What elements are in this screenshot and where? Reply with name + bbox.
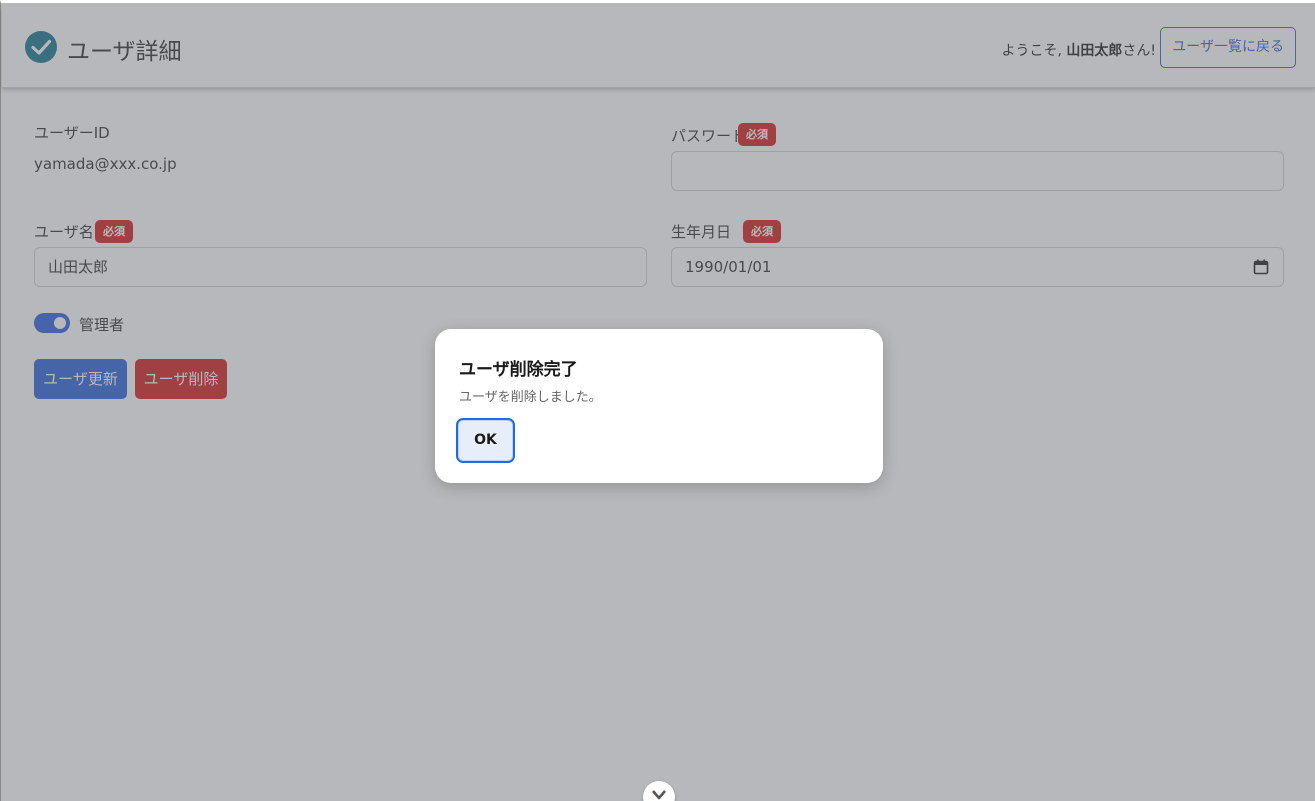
ok-button[interactable]: OK [456,418,515,463]
chevron-down-icon [652,790,666,800]
dialog-message: ユーザを削除しました。 [459,390,602,405]
delete-complete-dialog: ユーザ削除完了 ユーザを削除しました。 OK [435,329,883,483]
dialog-title: ユーザ削除完了 [459,360,578,380]
page: ユーザ詳細 ようこそ, 山田太郎さん! ユーザ一覧に戻る ユーザーID yama… [0,0,1315,801]
